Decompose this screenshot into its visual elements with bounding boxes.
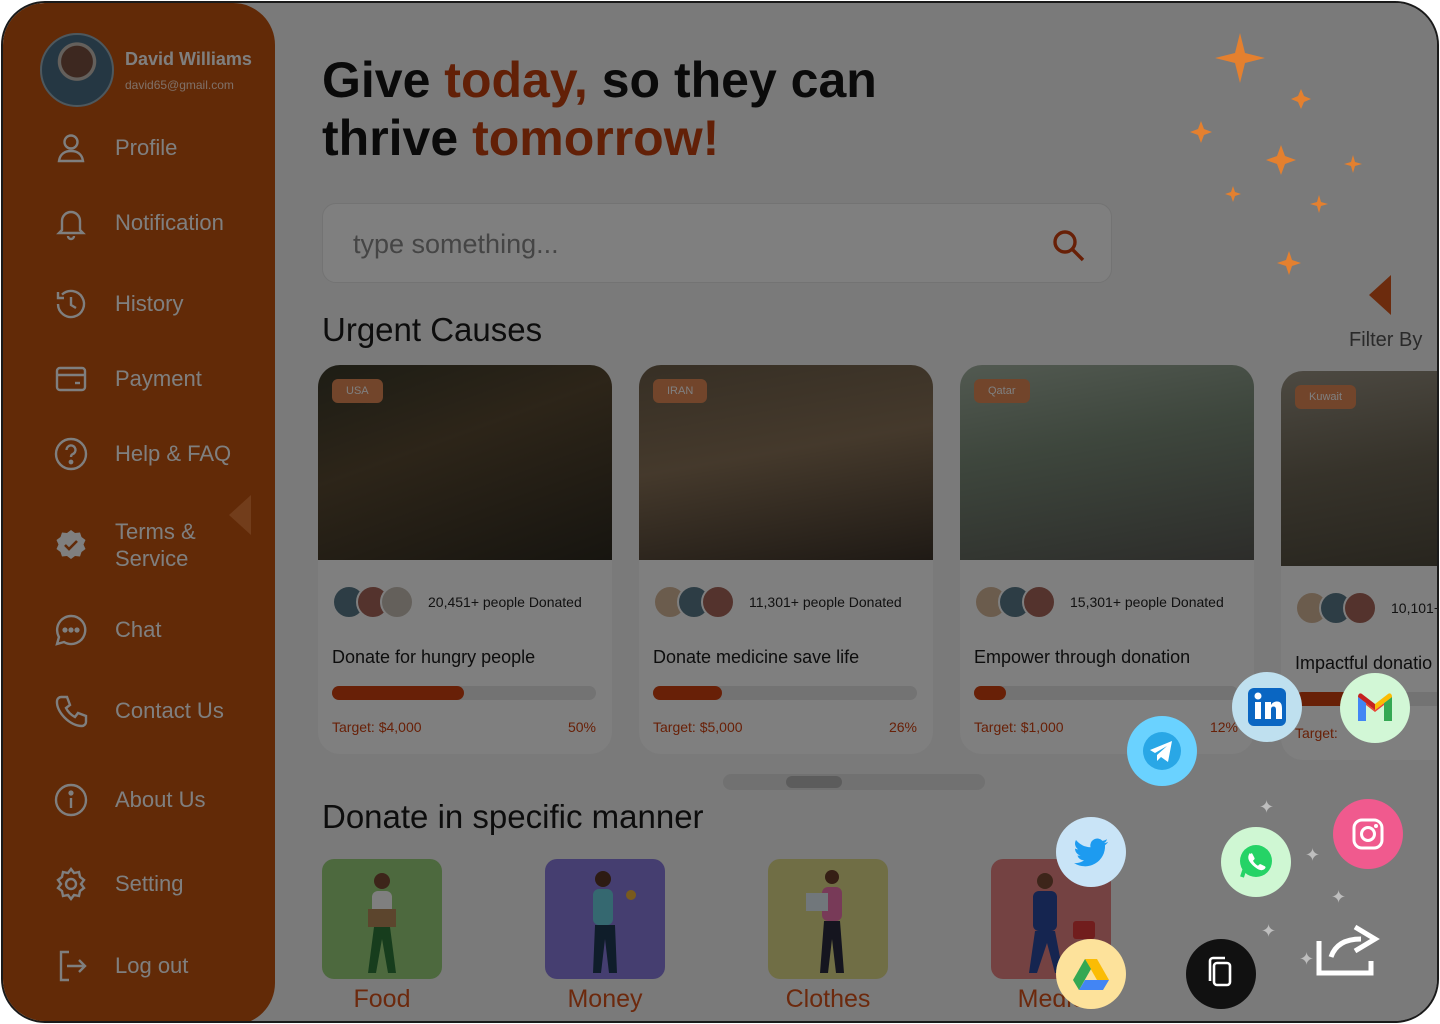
sparkle-decoration-icon xyxy=(1190,33,1362,275)
share-icon xyxy=(1316,924,1380,976)
copy-link-button[interactable] xyxy=(1186,939,1256,1009)
sparkle-icon: ✦ xyxy=(1305,845,1321,865)
twitter-icon xyxy=(1074,838,1108,867)
gmail-icon xyxy=(1358,693,1392,721)
share-icon-button[interactable] xyxy=(1313,919,1385,979)
sparkle-icon: ✦ xyxy=(1261,921,1277,941)
share-instagram-button[interactable] xyxy=(1333,799,1403,869)
sparkle-icon: ✦ xyxy=(1259,797,1275,817)
share-twitter-button[interactable] xyxy=(1056,817,1126,887)
google-drive-icon xyxy=(1073,959,1109,990)
share-whatsapp-button[interactable] xyxy=(1221,827,1291,897)
copy-icon xyxy=(1208,956,1232,987)
app-frame: David Williams david65@gmail.com Profile… xyxy=(1,1,1439,1023)
sparkle-icon: ✦ xyxy=(1331,887,1347,907)
share-gmail-button[interactable] xyxy=(1340,673,1410,743)
telegram-icon xyxy=(1143,732,1181,770)
sparkle-icon: ✦ xyxy=(1299,949,1315,969)
share-telegram-button[interactable] xyxy=(1127,716,1197,786)
main-content: David Williams david65@gmail.com Profile… xyxy=(3,3,1437,1021)
whatsapp-icon xyxy=(1240,845,1272,878)
instagram-icon xyxy=(1352,818,1384,850)
linkedin-icon xyxy=(1248,688,1286,726)
share-google-drive-button[interactable] xyxy=(1056,939,1126,1009)
share-linkedin-button[interactable] xyxy=(1232,672,1302,742)
